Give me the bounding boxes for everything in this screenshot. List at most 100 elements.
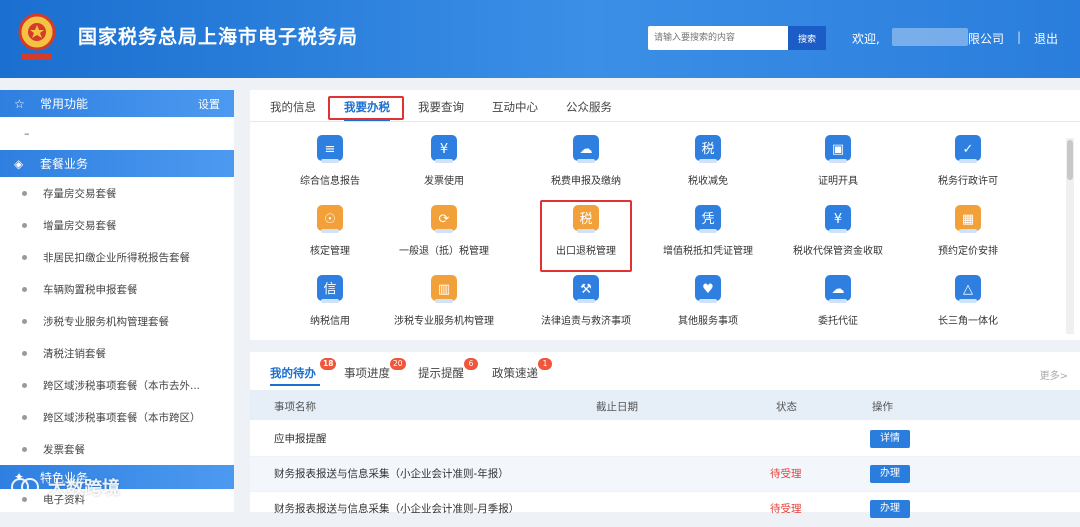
- tax-payment-icon: ☁: [569, 132, 603, 166]
- service-item[interactable]: ✓ 税务行政许可: [908, 132, 1028, 187]
- sidebar-item[interactable]: 跨区域涉税事项套餐（本市跨区）: [0, 401, 234, 433]
- column-header: 事项名称: [274, 401, 316, 413]
- calendar-pricing-icon: ▦: [951, 202, 985, 236]
- company-name-redacted: [892, 28, 968, 46]
- tab-interaction[interactable]: 互动中心: [492, 99, 538, 115]
- logout-link[interactable]: 退出: [1034, 30, 1058, 47]
- service-item[interactable]: ☁ 委托代征: [778, 272, 898, 327]
- service-label: 法律追责与救济事项: [541, 316, 631, 327]
- service-item[interactable]: 信纳税信用: [270, 272, 390, 327]
- sidebar-item[interactable]: 发票套餐: [0, 433, 234, 465]
- service-label: 税务行政许可: [938, 176, 998, 187]
- settings-link[interactable]: 设置: [198, 96, 220, 112]
- sidebar-item[interactable]: 非居民扣缴企业所得税报告套餐: [0, 241, 234, 273]
- svg-text:¥: ¥: [834, 212, 842, 227]
- agency-building-icon: ▥: [427, 272, 461, 306]
- invoice-icon: ¥: [427, 132, 461, 166]
- sidebar-item[interactable]: 存量房交易套餐: [0, 177, 234, 209]
- count-badge: 1: [538, 358, 552, 370]
- service-item[interactable]: ☉ 核定管理: [270, 202, 390, 257]
- watermark-text: 大数跨境: [48, 478, 120, 499]
- sidebar-item[interactable]: 涉税专业服务机构管理套餐: [0, 305, 234, 337]
- export-refund-icon: 税: [569, 202, 603, 236]
- service-label: 税费申报及缴纳: [551, 176, 621, 187]
- bullet-icon: [22, 318, 27, 324]
- bullet-icon: [22, 190, 27, 196]
- service-label: 纳税信用: [310, 316, 350, 327]
- sidebar-item[interactable]: 增量房交易套餐: [0, 209, 234, 241]
- service-item[interactable]: ⚒ 法律追责与救济事项: [526, 272, 646, 327]
- svg-text:▣: ▣: [832, 142, 844, 157]
- service-item[interactable]: ≡ 综合信息报告: [270, 132, 390, 187]
- service-label: 税收代保管资金收取: [793, 246, 883, 257]
- service-item[interactable]: ¥ 发票使用: [384, 132, 504, 187]
- service-label: 税收减免: [688, 176, 728, 187]
- voucher-icon: 凭: [691, 202, 725, 236]
- service-label: 一般退（抵）税管理: [399, 246, 489, 257]
- tax-reduction-icon: 税: [691, 132, 725, 166]
- layers-icon: ◈: [14, 156, 24, 171]
- service-item[interactable]: ▦ 预约定价安排: [908, 202, 1028, 257]
- svg-text:▦: ▦: [962, 212, 974, 227]
- svg-text:☁: ☁: [580, 142, 593, 157]
- sidebar-item[interactable]: 跨区域涉税事项套餐（本市去外...: [0, 369, 234, 401]
- tab-my-info[interactable]: 我的信息: [270, 99, 316, 115]
- service-item[interactable]: ▥ 涉税专业服务机构管理: [384, 272, 504, 327]
- gavel-icon: ⚒: [569, 272, 603, 306]
- service-item[interactable]: 税税收减免: [648, 132, 768, 187]
- active-tab-underline: [270, 384, 320, 386]
- service-item[interactable]: ▣ 证明开具: [778, 132, 898, 187]
- bullet-icon: [22, 446, 27, 452]
- sidebar-item[interactable]: 清税注销套餐: [0, 337, 234, 369]
- table-row[interactable]: 财务报表报送与信息采集（小企业会计准则-年报） 待受理 办理: [250, 457, 1080, 492]
- tab-reminders[interactable]: 提示提醒 6: [418, 358, 478, 381]
- details-button[interactable]: 详情: [870, 430, 910, 448]
- service-item[interactable]: ¥ 税收代保管资金收取: [778, 202, 898, 257]
- service-item[interactable]: 凭增值税抵扣凭证管理: [648, 202, 768, 257]
- tab-query[interactable]: 我要查询: [418, 99, 464, 115]
- triangle-network-icon: △: [951, 272, 985, 306]
- sidebar: ☆ 常用功能 设置 – ◈ 套餐业务 存量房交易套餐 增量房交易套餐 非居民扣缴…: [0, 90, 234, 512]
- process-button[interactable]: 办理: [870, 465, 910, 483]
- company-name-suffix: 限公司: [968, 32, 1005, 46]
- process-button[interactable]: 办理: [870, 500, 910, 518]
- credit-icon: 信: [313, 272, 347, 306]
- table-row[interactable]: 应申报提醒 详情: [250, 422, 1080, 457]
- service-label: 核定管理: [310, 246, 350, 257]
- service-item[interactable]: ♥ 其他服务事项: [648, 272, 768, 327]
- service-label: 其他服务事项: [678, 316, 738, 327]
- count-badge: 18: [320, 358, 337, 370]
- svg-text:⚒: ⚒: [580, 282, 592, 297]
- sidebar-item-label: 跨区域涉税事项套餐（本市去外...: [43, 379, 201, 392]
- tab-policy[interactable]: 政策速递 1: [492, 358, 552, 381]
- sidebar-section-common[interactable]: ☆ 常用功能 设置: [0, 90, 234, 117]
- task-status: 待受理: [770, 468, 802, 480]
- watermark: 大数跨境: [0, 474, 120, 500]
- svg-text:¥: ¥: [440, 142, 448, 157]
- service-item[interactable]: △ 长三角一体化: [908, 272, 1028, 327]
- service-item[interactable]: ⟳ 一般退（抵）税管理: [384, 202, 504, 257]
- tax-emblem-icon: [18, 13, 56, 60]
- service-label: 增值税抵扣凭证管理: [663, 246, 753, 257]
- sidebar-empty-placeholder: –: [24, 127, 30, 140]
- svg-text:信: 信: [323, 282, 336, 297]
- task-name: 财务报表报送与信息采集（小企业会计准则-年报）: [274, 468, 509, 480]
- tab-public-service[interactable]: 公众服务: [566, 99, 612, 115]
- service-item[interactable]: ☁ 税费申报及缴纳: [526, 132, 646, 187]
- tab-my-todo[interactable]: 我的待办 18: [270, 358, 337, 381]
- bullet-icon: [22, 414, 27, 420]
- scrollbar-thumb[interactable]: [1067, 140, 1073, 180]
- sidebar-section-packages[interactable]: ◈ 套餐业务: [0, 150, 234, 177]
- search-button[interactable]: 搜索: [788, 26, 826, 50]
- search-input[interactable]: [648, 26, 788, 50]
- tab-progress[interactable]: 事项进度 20: [344, 358, 406, 381]
- table-row[interactable]: 财务报表报送与信息采集（小企业会计准则-月季报） 待受理 办理: [250, 492, 1080, 527]
- service-label: 发票使用: [424, 176, 464, 187]
- service-label: 长三角一体化: [938, 316, 998, 327]
- sidebar-item[interactable]: 车辆购置税申报套餐: [0, 273, 234, 305]
- service-item[interactable]: 税出口退税管理: [526, 202, 646, 257]
- more-link[interactable]: 更多>: [1040, 367, 1068, 382]
- tab-label: 政策速递: [492, 366, 538, 380]
- task-status: 待受理: [770, 503, 802, 515]
- tab-label: 提示提醒: [418, 366, 464, 380]
